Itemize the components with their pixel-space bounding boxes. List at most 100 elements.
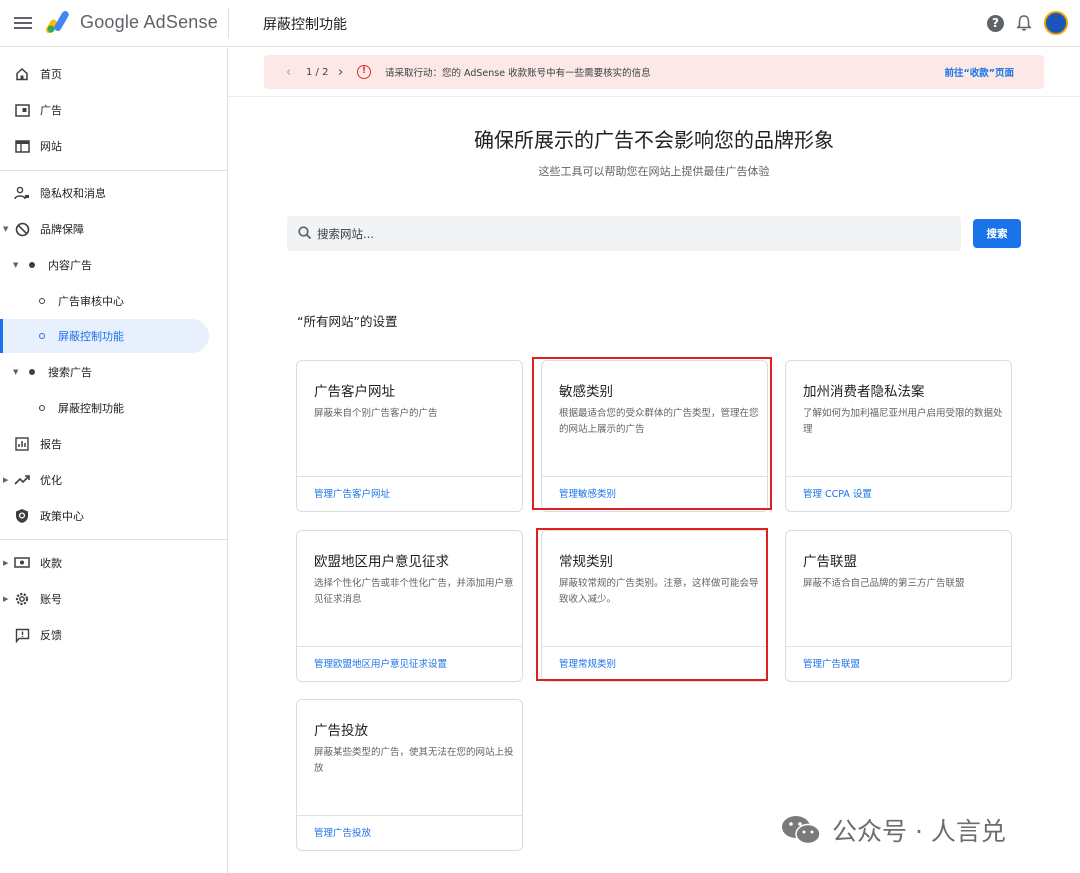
card-title: 广告投放 (314, 723, 368, 739)
card-title: 广告客户网址 (314, 384, 395, 400)
go-to-payments-link[interactable]: 前往“收款”页面 (945, 65, 1015, 79)
search-box (287, 216, 961, 251)
highlight-box-general (536, 528, 768, 681)
manage-ad-serving-link[interactable]: 管理广告投放 (314, 825, 371, 839)
adsense-logo-icon (46, 11, 69, 33)
chevron-left-icon[interactable]: ‹ (286, 65, 291, 80)
alert-pager: 1 / 2 (306, 66, 329, 78)
manage-advertiser-urls-link[interactable]: 管理广告客户网址 (314, 486, 390, 500)
avatar[interactable] (1044, 11, 1068, 35)
card-ad-networks: 广告联盟 屏蔽不适合自己品牌的第三方广告联盟 管理广告联盟 (785, 530, 1012, 682)
sidebar-item-sites[interactable]: 网站 (0, 129, 210, 163)
watermark: 公众号 · 人言兑 (780, 812, 1006, 848)
sidebar-item-label: 账号 (40, 593, 62, 606)
sidebar-item-feedback[interactable]: 反馈 (0, 618, 210, 652)
card-description: 屏蔽来自个别广告客户的广告 (314, 408, 438, 419)
brand-name: Google AdSense (80, 12, 218, 32)
sidebar-item-ad-review-center[interactable]: 广告审核中心 (0, 284, 210, 318)
privacy-icon (14, 185, 30, 201)
sidebar-item-ads[interactable]: 广告 (0, 93, 210, 127)
card-title: 广告联盟 (803, 554, 857, 570)
card-eu-consent: 欧盟地区用户意见征求 选择个性化广告或非个性化广告，并添加用户意见征求消息 管理… (296, 530, 523, 682)
card-divider (297, 476, 522, 477)
sidebar-item-account[interactable]: ▶ 账号 (0, 582, 210, 616)
home-icon (14, 66, 30, 82)
sidebar-item-brand-safety[interactable]: ▼ 品牌保障 (0, 212, 210, 246)
card-description: 屏蔽不适合自己品牌的第三方广告联盟 (803, 578, 965, 589)
sidebar-item-label: 品牌保障 (40, 223, 84, 236)
highlight-box-sensitive (532, 357, 772, 510)
ring-icon (34, 328, 50, 344)
caret-down-icon: ▼ (13, 368, 19, 376)
card-description: 屏蔽某些类型的广告，使其无法在您的网站上投放 (314, 747, 514, 774)
feedback-icon (14, 627, 30, 643)
warning-icon: ! (357, 65, 371, 79)
alert-message: 请采取行动：您的 AdSense 收款账号中有一些需要核实的信息 (385, 68, 651, 79)
sidebar-item-label: 屏蔽控制功能 (58, 402, 124, 415)
sidebar-item-privacy[interactable]: 隐私权和消息 (0, 176, 210, 210)
block-icon (14, 221, 30, 237)
alert-banner: ‹ 1 / 2 › ! 请采取行动：您的 AdSense 收款账号中有一些需要核… (264, 55, 1044, 89)
sidebar-divider (0, 539, 227, 540)
card-title: 欧盟地区用户意见征求 (314, 554, 449, 570)
sidebar-item-label: 内容广告 (48, 259, 92, 272)
hero-title: 确保所展示的广告不会影响您的品牌形象 (474, 128, 834, 152)
sidebar-item-content-ads[interactable]: ▼ 内容广告 (0, 248, 210, 282)
sidebar-item-label: 屏蔽控制功能 (58, 330, 124, 343)
card-ccpa: 加州消费者隐私法案 了解如何为加利福尼亚州用户启用受限的数据处理 管理 CCPA… (785, 360, 1012, 512)
page-title: 屏蔽控制功能 (263, 17, 347, 33)
policy-icon (14, 508, 30, 524)
sidebar-item-label: 网站 (40, 140, 62, 153)
dot-icon (24, 257, 40, 273)
card-ad-serving: 广告投放 屏蔽某些类型的广告，使其无法在您的网站上投放 管理广告投放 (296, 699, 523, 851)
caret-down-icon: ▼ (13, 261, 19, 269)
caret-right-icon: ▶ (3, 476, 9, 484)
card-divider (297, 815, 522, 816)
card-divider (786, 476, 1011, 477)
sidebar-item-label: 广告审核中心 (58, 295, 124, 308)
card-description: 选择个性化广告或非个性化广告，并添加用户意见征求消息 (314, 578, 514, 605)
sidebar-item-payments[interactable]: ▶ 收款 (0, 546, 210, 580)
search-input[interactable] (317, 216, 937, 251)
section-title: “所有网站”的设置 (297, 314, 398, 329)
bell-icon[interactable] (1014, 13, 1034, 33)
watermark-text: 公众号 · 人言兑 (832, 817, 1006, 846)
manage-ad-networks-link[interactable]: 管理广告联盟 (803, 656, 860, 670)
search-icon (298, 226, 312, 240)
payments-icon (14, 555, 30, 571)
manage-eu-consent-link[interactable]: 管理欧盟地区用户意见征求设置 (314, 656, 447, 670)
ring-icon (34, 400, 50, 416)
card-advertiser-urls: 广告客户网址 屏蔽来自个别广告客户的广告 管理广告客户网址 (296, 360, 523, 512)
sites-icon (14, 138, 30, 154)
menu-icon[interactable] (14, 14, 32, 32)
sidebar-item-blocking-controls-content[interactable]: 屏蔽控制功能 (0, 319, 209, 353)
card-divider (297, 646, 522, 647)
caret-right-icon: ▶ (3, 559, 9, 567)
top-app-bar: Google AdSense 屏蔽控制功能 ? (0, 0, 1080, 47)
chevron-right-icon[interactable]: › (338, 65, 343, 80)
manage-ccpa-link[interactable]: 管理 CCPA 设置 (803, 486, 872, 500)
ads-icon (14, 102, 30, 118)
sidebar-item-policy-center[interactable]: 政策中心 (0, 499, 210, 533)
content-divider (228, 96, 1080, 97)
sidebar-item-reports[interactable]: 报告 (0, 427, 210, 461)
trend-icon (14, 472, 30, 488)
search-button[interactable]: 搜索 (973, 219, 1021, 248)
card-description: 了解如何为加利福尼亚州用户启用受限的数据处理 (803, 408, 1003, 435)
card-title: 加州消费者隐私法案 (803, 384, 925, 400)
sidebar-item-label: 优化 (40, 474, 62, 487)
report-icon (14, 436, 30, 452)
wechat-logo-icon (782, 816, 821, 845)
sidebar-item-label: 政策中心 (40, 510, 84, 523)
dot-icon (24, 364, 40, 380)
topbar-divider (228, 8, 229, 38)
sidebar-item-label: 广告 (40, 104, 62, 117)
sidebar-item-home[interactable]: 首页 (0, 57, 210, 91)
sidebar-item-search-ads[interactable]: ▼ 搜索广告 (0, 355, 210, 389)
sidebar-item-blocking-controls-search[interactable]: 屏蔽控制功能 (0, 391, 210, 425)
help-icon[interactable]: ? (987, 14, 1004, 32)
sidebar-divider (0, 170, 227, 171)
caret-down-icon: ▼ (3, 225, 9, 233)
sidebar-item-label: 收款 (40, 557, 62, 570)
sidebar-item-optimization[interactable]: ▶ 优化 (0, 463, 210, 497)
